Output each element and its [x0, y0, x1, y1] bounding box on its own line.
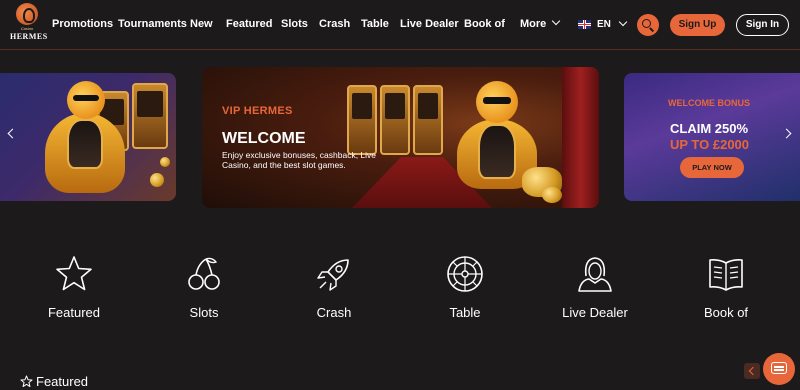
slot-machine-image: [347, 85, 377, 155]
sign-in-button[interactable]: Sign In: [736, 14, 789, 36]
bonus-headline: CLAIM 250%: [670, 121, 749, 136]
slot-machine-image: [380, 85, 410, 155]
category-label: Slots: [189, 305, 219, 320]
category-slots[interactable]: Slots: [149, 254, 259, 320]
nav-link-new[interactable]: New: [190, 18, 213, 30]
category-crash[interactable]: Crash: [279, 254, 389, 320]
live-chat-button[interactable]: [763, 353, 795, 385]
chevron-down-icon: [552, 16, 561, 26]
search-button[interactable]: [637, 14, 659, 36]
nav-more-menu[interactable]: More: [520, 16, 561, 30]
cherries-icon: [188, 257, 220, 290]
slide-title: WELCOME: [222, 130, 306, 147]
nav-link-live-dealer[interactable]: Live Dealer: [400, 18, 459, 30]
star-icon: [56, 256, 92, 291]
bonus-label: WELCOME BONUS: [668, 98, 750, 108]
nav-link-table[interactable]: Table: [361, 18, 389, 30]
category-label: Featured: [47, 305, 101, 320]
nav-more-label: More: [520, 18, 547, 30]
category-label: Table: [449, 305, 481, 320]
promo-slide-welcome-bonus[interactable]: WELCOME BONUS CLAIM 250% UP TO £2000 PLA…: [624, 73, 800, 201]
rocket-icon: [317, 259, 349, 291]
play-now-button[interactable]: PLAY NOW: [680, 157, 744, 178]
book-icon: [709, 259, 743, 291]
top-nav: Casino HERMES Promotions Tournaments New…: [0, 0, 800, 50]
nav-link-tournaments[interactable]: Tournaments: [118, 18, 187, 30]
promo-slide-left[interactable]: [0, 73, 176, 201]
nav-link-featured[interactable]: Featured: [226, 18, 272, 30]
language-code: EN: [597, 18, 611, 30]
dealer-icon: [578, 257, 612, 292]
hermes-character-image: [45, 73, 125, 201]
nav-link-book-of[interactable]: Book of: [464, 18, 505, 30]
slot-machine-image: [413, 85, 443, 155]
uk-flag-icon: [578, 19, 591, 29]
language-selector[interactable]: EN: [578, 17, 628, 31]
category-table[interactable]: Table: [410, 254, 520, 320]
chevron-down-icon: [618, 17, 628, 27]
nav-link-promotions[interactable]: Promotions: [52, 18, 113, 30]
bonus-subheadline: UP TO £2000: [670, 137, 750, 152]
section-heading-featured: Featured: [20, 374, 88, 389]
category-book-of[interactable]: Book of: [671, 254, 781, 320]
nav-link-crash[interactable]: Crash: [319, 18, 350, 30]
section-title: Featured: [36, 374, 89, 389]
category-featured[interactable]: Featured: [19, 254, 129, 320]
slot-machine-image: [132, 83, 168, 149]
brand-logo[interactable]: Casino HERMES: [10, 3, 48, 47]
star-icon: [20, 375, 33, 388]
category-label: Live Dealer: [562, 305, 628, 320]
chat-icon: [771, 362, 787, 374]
slide-description: Enjoy exclusive bonuses, cashback, Live …: [222, 150, 377, 170]
promo-slide-vip[interactable]: VIP HERMES WELCOME Enjoy exclusive bonus…: [202, 67, 599, 208]
logo-emblem-icon: [16, 3, 38, 25]
nav-link-slots[interactable]: Slots: [281, 18, 308, 30]
vip-label: VIP HERMES: [222, 105, 293, 117]
roulette-icon: [447, 256, 483, 292]
category-live-dealer[interactable]: Live Dealer: [540, 254, 650, 320]
brand-name: HERMES: [10, 32, 48, 41]
category-label: Crash: [316, 305, 352, 320]
category-label: Book of: [703, 305, 749, 320]
section-prev-button[interactable]: [744, 363, 760, 379]
sign-up-button[interactable]: Sign Up: [670, 14, 725, 36]
